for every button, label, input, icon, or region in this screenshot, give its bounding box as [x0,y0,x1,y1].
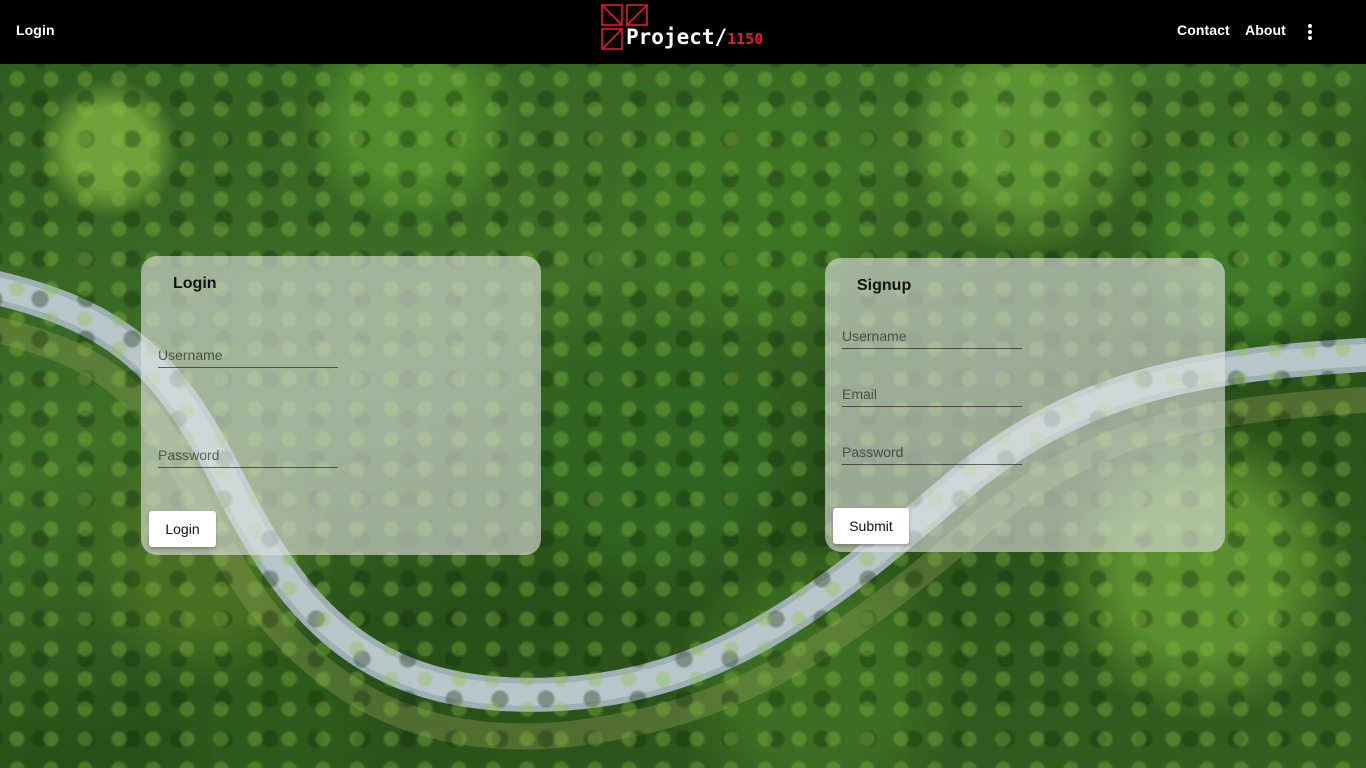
login-card: Login Login [141,256,541,555]
logo-name: Project/ [626,25,728,49]
signup-card-title: Signup [857,277,912,294]
login-username-input[interactable] [158,346,338,368]
logo-number: 1150 [727,30,764,48]
more-dot [1308,30,1312,34]
signup-email-input[interactable] [842,385,1022,407]
signup-submit-button[interactable]: Submit [833,508,909,544]
nav-login-link[interactable]: Login [16,22,55,38]
more-dot [1308,36,1312,40]
signup-card: Signup Submit [825,258,1225,552]
nav-contact-link[interactable]: Contact [1177,22,1230,38]
more-vertical-icon[interactable] [1300,22,1320,42]
login-password-input[interactable] [158,446,338,468]
project-logo[interactable]: Project/1150 [600,3,780,51]
logo-wordmark: Project/1150 [626,25,763,49]
signup-password-input[interactable] [842,443,1022,465]
nav-about-link[interactable]: About [1245,22,1286,38]
login-card-title: Login [173,275,217,292]
more-dot [1308,24,1312,28]
top-navigation-bar: Login Project/1150 Contact About [0,0,1366,64]
login-button[interactable]: Login [149,511,216,547]
signup-username-input[interactable] [842,327,1022,349]
